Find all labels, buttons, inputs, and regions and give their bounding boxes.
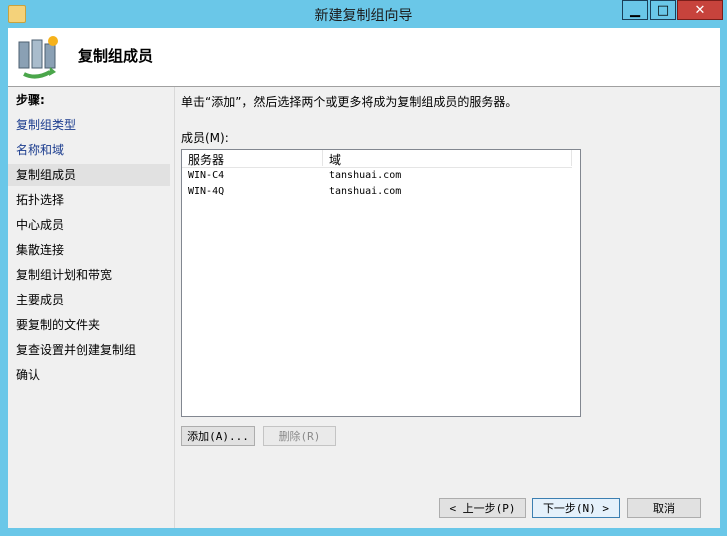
add-button[interactable]: 添加(A)...: [181, 426, 255, 446]
step-item-current[interactable]: 复制组成员: [8, 164, 170, 186]
server-cell: WIN-4Q: [188, 186, 225, 197]
server-cell: WIN-C4: [188, 170, 225, 181]
steps-panel: 步骤: 复制组类型 名称和域 复制组成员 拓扑选择 中心成员 集散连接 复制组计…: [8, 87, 175, 528]
wizard-header: 复制组成员: [8, 28, 720, 87]
window-title: 新建复制组向导: [314, 8, 413, 24]
cancel-button[interactable]: 取消: [627, 498, 701, 518]
step-item[interactable]: 复制组类型: [8, 114, 170, 136]
table-row[interactable]: WIN-4Q tanshuai.com: [182, 184, 580, 200]
page-title: 复制组成员: [78, 47, 154, 65]
list-header: 服务器 域: [182, 150, 572, 168]
back-button[interactable]: < 上一步(P): [439, 498, 526, 518]
column-header-domain[interactable]: 域: [329, 151, 341, 168]
maximize-icon: □: [656, 2, 670, 18]
step-item: 主要成员: [16, 293, 65, 307]
members-list[interactable]: 服务器 域 WIN-C4 tanshuai.com WIN-4Q tanshua…: [181, 149, 581, 417]
maximize-button[interactable]: □: [650, 0, 676, 20]
title-bar[interactable]: 新建复制组向导 ▁ □ ✕: [0, 0, 727, 28]
step-item: 集散连接: [16, 243, 65, 257]
steps-label: 步骤:: [16, 93, 45, 107]
replication-group-icon: [18, 36, 58, 79]
column-separator[interactable]: [571, 150, 572, 166]
step-item: 中心成员: [16, 218, 65, 232]
step-item: 确认: [16, 368, 41, 382]
content-panel: 单击“添加”，然后选择两个或更多将成为复制组成员的服务器。 成员(M): 服务器…: [175, 87, 720, 528]
step-item[interactable]: 名称和域: [8, 139, 170, 161]
remove-button[interactable]: 删除(R): [263, 426, 336, 446]
wizard-client: 复制组成员 步骤: 复制组类型 名称和域 复制组成员 拓扑选择 中心成员 集散连…: [8, 28, 720, 528]
step-item: 要复制的文件夹: [16, 318, 101, 332]
minimize-button[interactable]: ▁: [622, 0, 648, 20]
wizard-window: 新建复制组向导 ▁ □ ✕ 复制组成员 步骤: 复制组类型 名称和域 复制组成员…: [0, 0, 727, 536]
step-item: 复制组计划和带宽: [16, 268, 113, 282]
table-row[interactable]: WIN-C4 tanshuai.com: [182, 168, 580, 184]
step-item: 拓扑选择: [16, 193, 65, 207]
instruction-text: 单击“添加”，然后选择两个或更多将成为复制组成员的服务器。: [181, 95, 518, 109]
domain-cell: tanshuai.com: [329, 170, 402, 181]
close-button[interactable]: ✕: [677, 0, 723, 20]
minimize-icon: ▁: [630, 2, 640, 18]
step-item: 复查设置并创建复制组: [16, 343, 137, 357]
column-separator[interactable]: [322, 150, 323, 166]
next-button[interactable]: 下一步(N) >: [532, 498, 620, 518]
members-label: 成员(M):: [181, 131, 229, 145]
column-header-server[interactable]: 服务器: [188, 151, 224, 168]
domain-cell: tanshuai.com: [329, 186, 402, 197]
close-icon: ✕: [694, 2, 706, 18]
